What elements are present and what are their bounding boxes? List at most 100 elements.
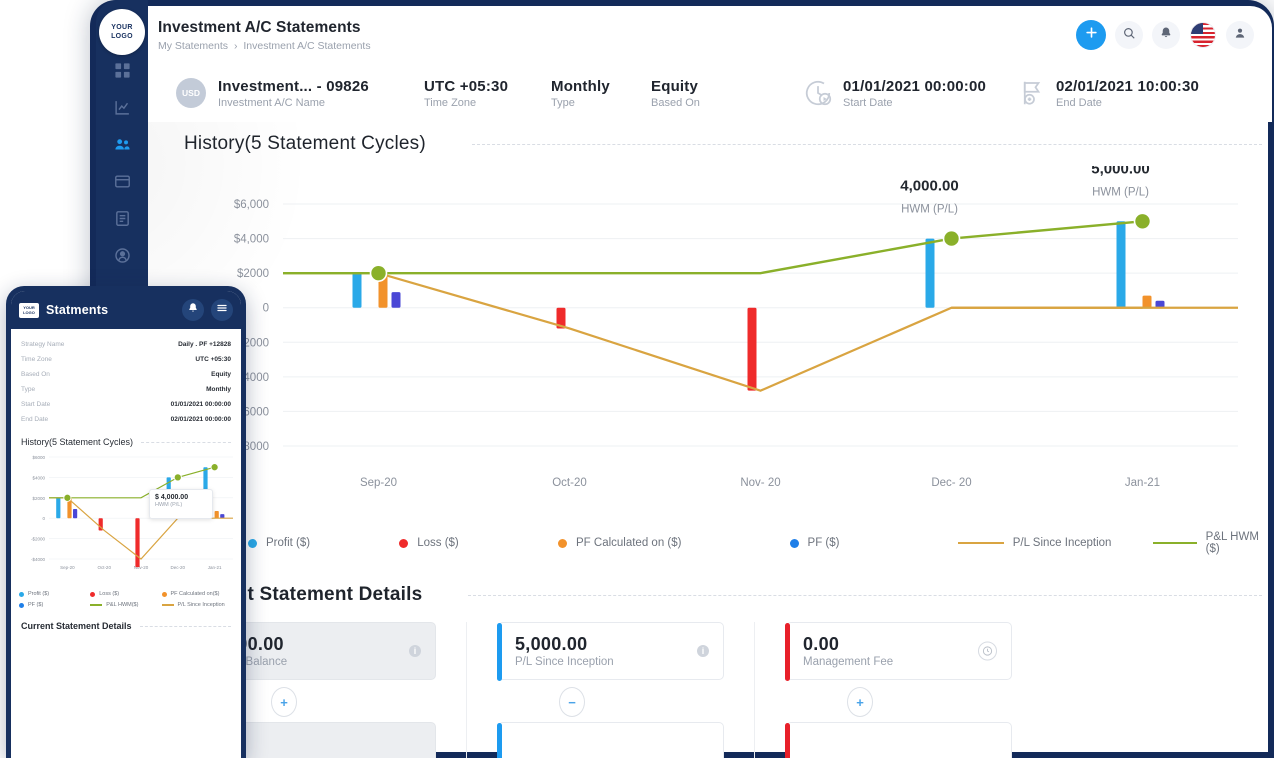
sidebar-item-dashboard[interactable]	[96, 52, 148, 88]
mobile-detail-key: Type	[21, 386, 36, 393]
current-statement-divider	[468, 594, 1262, 596]
chart-lines	[283, 212, 1238, 392]
info-icon[interactable]: i	[697, 645, 709, 657]
card-connector: −	[558, 682, 586, 722]
clock-icon[interactable]	[978, 641, 997, 661]
notifications-button[interactable]	[1152, 21, 1180, 49]
legend-item[interactable]: Loss ($)	[399, 537, 558, 549]
legend-label: PF Calculated on ($)	[576, 537, 682, 549]
legend-dot-icon	[558, 538, 567, 548]
summary-label: Based On	[651, 96, 700, 109]
legend-dot-icon	[399, 538, 409, 548]
mobile-detail-value: Daily . PF +12828	[178, 341, 231, 348]
mobile-chart-legend: Profit ($) Loss ($) PF Calculated on($) PF …	[11, 587, 241, 617]
statement-card-secondary[interactable]	[785, 722, 1012, 758]
chart-x-axis-labels: Sep-20 Oct-20 Nov- 20 Dec- 20 Jan-21	[360, 477, 1160, 489]
svg-text:$4000: $4000	[32, 475, 45, 480]
card-value: 0.00	[803, 634, 840, 654]
breadcrumb-parent[interactable]: My Statements	[158, 40, 228, 52]
mobile-legend-item[interactable]: PF Calculated on($)	[161, 591, 233, 597]
svg-text:-$4000: -$4000	[31, 557, 46, 562]
bell-icon	[1159, 26, 1173, 45]
mobile-detail-row: Strategy Name Daily . PF +12828	[21, 337, 231, 352]
card-label: P/L Since Inception	[515, 656, 614, 668]
statement-summary-bar: USD Investment... - 09826 Investment A/C…	[148, 64, 1272, 122]
sidebar-item-users[interactable]	[96, 126, 148, 162]
legend-dot-icon	[789, 538, 799, 548]
mobile-detail-row: End Date 02/01/2021 00:00:00	[21, 412, 231, 427]
mobile-legend-item[interactable]: P/L Since Inception	[161, 602, 233, 608]
currency-badge: USD	[176, 78, 206, 108]
mobile-legend-item[interactable]: Loss ($)	[90, 591, 161, 597]
legend-dot-icon	[248, 538, 257, 548]
info-icon[interactable]: i	[409, 645, 421, 657]
legend-item[interactable]: P&L HWM ($)	[1153, 531, 1272, 555]
mobile-history-title: History(5 Statement Cycles)	[21, 437, 134, 447]
mobile-legend-label: PF Calculated on($)	[170, 591, 220, 597]
svg-text:0: 0	[263, 303, 269, 315]
card-accent-bar	[497, 723, 502, 758]
history-chart-svg: $6,000$4,000$20000-$2000-$4000-$6000-$80…	[233, 166, 1238, 489]
legend-item[interactable]: Profit ($)	[248, 537, 399, 549]
summary-cell-enddate: 02/01/2021 10:00:30 End Date	[1016, 78, 1199, 109]
summary-cell-startdate: 01/01/2021 00:00:00 Start Date	[803, 78, 1016, 109]
mobile-notifications-button[interactable]	[182, 299, 204, 321]
card-accent-bar	[497, 623, 502, 681]
mobile-detail-key: Time Zone	[21, 356, 52, 363]
mobile-legend-item[interactable]: Profit ($)	[19, 591, 90, 597]
search-button[interactable]	[1115, 21, 1143, 49]
statement-card[interactable]: 5,000.00 P/L Since Inception i	[497, 622, 724, 681]
legend-dot-icon	[19, 591, 24, 597]
flag-icon	[1190, 22, 1216, 48]
statement-card[interactable]: 0.00 Management Fee	[785, 622, 1012, 681]
current-statement-header: Current Statement Details	[148, 572, 1272, 618]
legend-dot-icon	[161, 591, 167, 597]
mobile-history-chart: $6000 $4000 $2000 0 -$2000 -$4000 Sep-20 Oct-2…	[11, 447, 241, 587]
sidebar-item-account[interactable]	[96, 237, 148, 273]
users-icon	[114, 136, 131, 153]
svg-text:Oct-20: Oct-20	[97, 565, 111, 570]
history-title: History(5 Statement Cycles)	[184, 133, 426, 154]
card-value: 5,000.00	[515, 634, 588, 654]
summary-value: Monthly	[551, 77, 610, 95]
mobile-detail-value: 01/01/2021 00:00:00	[170, 401, 231, 408]
logo-line-1: YOUR	[111, 24, 133, 31]
statement-card-column: 0.00 Management Fee +	[754, 622, 1042, 758]
mobile-history-header: History(5 Statement Cycles)	[11, 431, 241, 447]
mobile-legend-item[interactable]: PF ($)	[19, 602, 90, 608]
grid-icon	[114, 62, 131, 79]
user-lock-icon	[114, 247, 131, 264]
svg-text:Jan-21: Jan-21	[208, 565, 222, 570]
legend-label: Loss ($)	[417, 537, 459, 549]
svg-text:$6000: $6000	[32, 455, 45, 460]
statement-card-secondary[interactable]	[497, 722, 724, 758]
legend-line-icon	[90, 604, 103, 606]
language-button[interactable]	[1189, 21, 1217, 49]
mobile-preview: YOUR LOGO Statments Strategy Name Daily .…	[6, 286, 246, 758]
legend-label: Profit ($)	[266, 537, 311, 549]
mobile-legend-item[interactable]: P&L HWM($)	[90, 602, 161, 608]
summary-label: End Date	[1056, 96, 1102, 109]
profile-button[interactable]	[1226, 21, 1254, 49]
mobile-menu-button[interactable]	[211, 299, 233, 321]
tooltip-value: $ 4,000.00	[155, 494, 189, 501]
summary-value: 01/01/2021 00:00:00	[843, 77, 987, 95]
add-button[interactable]	[1076, 20, 1106, 50]
svg-text:$6,000: $6,000	[234, 199, 269, 211]
sidebar-item-cards[interactable]	[96, 163, 148, 199]
legend-item[interactable]: P/L Since Inception	[957, 537, 1154, 549]
summary-label: Time Zone	[424, 96, 477, 109]
sidebar-item-analytics[interactable]	[96, 89, 148, 125]
sidebar-item-documents[interactable]	[96, 200, 148, 236]
mobile-chart-x-labels: Sep-20 Oct-20 Nov-20 Dec-20 Jan-21	[60, 565, 222, 570]
legend-item[interactable]: PF Calculated on ($)	[558, 537, 790, 549]
mobile-history-divider	[141, 441, 231, 443]
svg-text:Sep-20: Sep-20	[60, 565, 75, 570]
svg-text:Sep-20: Sep-20	[360, 477, 397, 489]
svg-text:$2000: $2000	[237, 268, 269, 280]
legend-label: P/L Since Inception	[1012, 537, 1112, 549]
summary-value: UTC +05:30	[424, 77, 509, 95]
summary-cell-account: USD Investment... - 09826 Investment A/C…	[176, 78, 424, 109]
legend-item[interactable]: PF ($)	[789, 537, 958, 549]
bell-icon	[187, 301, 199, 319]
